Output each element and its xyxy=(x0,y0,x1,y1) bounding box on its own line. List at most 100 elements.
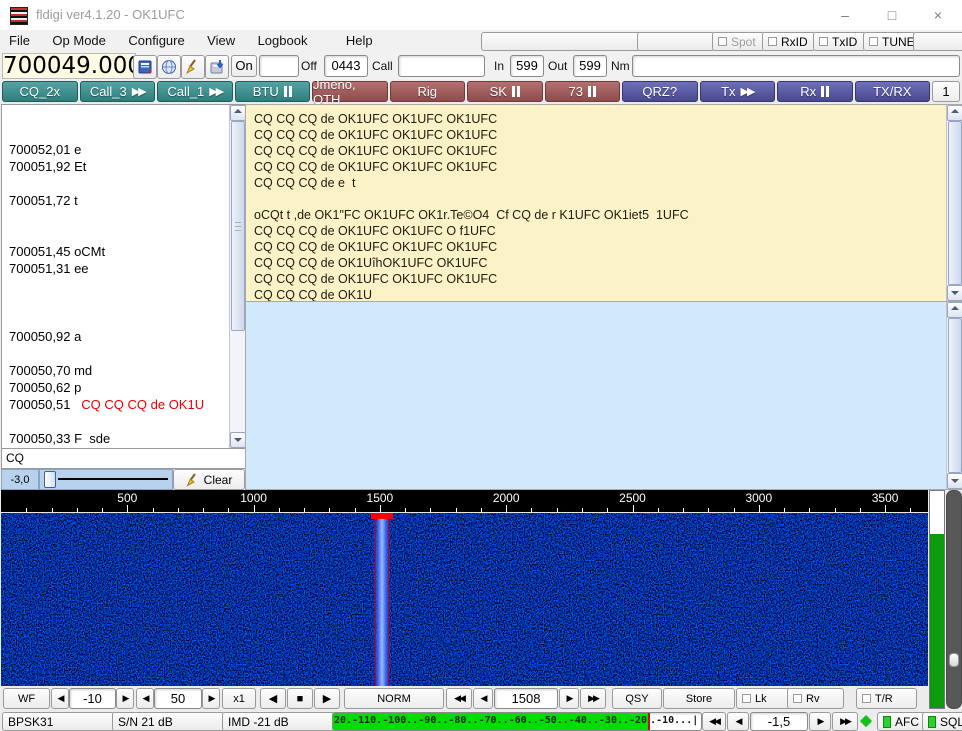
save-qso-button[interactable] xyxy=(205,55,229,79)
freq-down-button[interactable]: ◀ xyxy=(473,688,493,709)
macro-set-button[interactable]: 1 xyxy=(932,81,960,102)
macro-button-btu[interactable]: BTU xyxy=(235,81,311,102)
store-button[interactable]: Store xyxy=(663,688,735,709)
tx-scrollbar[interactable] xyxy=(946,302,962,489)
audio-freq-value[interactable]: 1508 xyxy=(494,688,558,709)
waterfall-cursor[interactable] xyxy=(371,513,393,519)
scroll-up-icon[interactable] xyxy=(947,105,962,121)
center-stop-button[interactable]: ■ xyxy=(287,688,313,709)
shift-down-button[interactable]: ◀ xyxy=(727,712,749,731)
macro-button-cq-2x[interactable]: CQ_2x xyxy=(2,81,78,102)
scrollbar-thumb[interactable] xyxy=(948,318,962,473)
browser-scrollbar[interactable] xyxy=(229,105,245,448)
waterfall-scale[interactable]: 500100015002000250030003500 xyxy=(1,490,928,513)
wf-speed-button[interactable]: NORM xyxy=(344,688,444,709)
maximize-button[interactable]: □ xyxy=(877,4,907,26)
scroll-left-button[interactable]: ◀ xyxy=(260,688,286,709)
ampspan-value[interactable]: -10 xyxy=(69,688,116,709)
afc-toggle[interactable]: AFC xyxy=(877,712,926,731)
qso-end-time-input[interactable]: 0443 xyxy=(324,55,368,77)
signal-trace[interactable] xyxy=(371,513,393,686)
qso-start-time-input[interactable] xyxy=(259,55,299,77)
browser-line[interactable]: 700051,72 t xyxy=(2,192,229,209)
macro-button-call-3[interactable]: Call_3▶▶ xyxy=(80,81,156,102)
sql-toggle[interactable]: SQL xyxy=(922,712,962,731)
menu-configure[interactable]: Configure xyxy=(119,30,193,51)
browser-line[interactable]: 700050,92 a xyxy=(2,328,229,345)
browser-line[interactable] xyxy=(2,294,229,311)
lock-toggle[interactable]: Lk xyxy=(736,688,791,709)
browser-squelch-slider[interactable] xyxy=(39,469,173,490)
browser-line[interactable] xyxy=(2,311,229,328)
slider-thumb[interactable] xyxy=(949,653,959,667)
browser-line[interactable]: 700051,31 ee xyxy=(2,260,229,277)
tx-text-pane[interactable] xyxy=(245,301,962,490)
op-name-input[interactable] xyxy=(632,55,960,77)
shift-big-down-button[interactable]: ◀◀ xyxy=(702,712,726,731)
refsig-down-button[interactable]: ◀ xyxy=(136,688,154,709)
callsign-input[interactable] xyxy=(398,55,485,77)
freq-up-button[interactable]: ▶ xyxy=(559,688,579,709)
waterfall[interactable] xyxy=(1,513,928,686)
ampspan-down-button[interactable]: ◀ xyxy=(51,688,69,709)
browser-line[interactable]: 700050,70 md xyxy=(2,362,229,379)
macro-button-qrz-[interactable]: QRZ? xyxy=(622,81,698,102)
browser-line[interactable] xyxy=(2,413,229,430)
shift-big-up-button[interactable]: ▶▶ xyxy=(832,712,858,731)
wf-mode-button[interactable]: WF xyxy=(3,688,50,709)
macro-button-tx[interactable]: Tx▶▶ xyxy=(700,81,776,102)
menu-file[interactable]: File xyxy=(0,30,39,51)
browser-clear-button[interactable]: Clear xyxy=(173,469,245,490)
macro-button-rx[interactable]: Rx xyxy=(777,81,853,102)
scroll-down-icon[interactable] xyxy=(947,285,962,301)
macro-button-73[interactable]: 73 xyxy=(545,81,621,102)
minimize-button[interactable]: – xyxy=(830,4,860,26)
slider-thumb[interactable] xyxy=(44,471,56,488)
rx-text-pane[interactable]: CQ CQ CQ de OK1UFC OK1UFC OK1UFC CQ CQ C… xyxy=(245,104,962,302)
ampspan-up-button[interactable]: ▶ xyxy=(116,688,134,709)
menu-view[interactable]: View xyxy=(198,30,244,51)
qrz-lookup-button[interactable] xyxy=(157,55,181,79)
browser-line[interactable]: 700051,92 Et xyxy=(2,158,229,175)
rst-in-input[interactable]: 599 xyxy=(510,55,544,77)
qso-on-button[interactable]: On xyxy=(231,55,257,77)
macro-button-tx-rx[interactable]: TX/RX xyxy=(855,81,931,102)
tr-toggle[interactable]: T/R xyxy=(856,688,917,709)
right-slider[interactable] xyxy=(946,490,962,709)
browser-line[interactable] xyxy=(2,175,229,192)
scroll-up-icon[interactable] xyxy=(947,302,962,318)
browser-line[interactable] xyxy=(2,209,229,226)
scroll-down-icon[interactable] xyxy=(947,473,962,489)
tune-toggle[interactable]: TUNE xyxy=(863,32,916,51)
macro-button-jmeno-qth[interactable]: Jmeno, QTH xyxy=(312,81,388,102)
close-button[interactable]: × xyxy=(923,4,953,26)
scrollbar-thumb[interactable] xyxy=(948,121,962,285)
scroll-up-icon[interactable] xyxy=(230,105,246,121)
scroll-down-icon[interactable] xyxy=(230,432,246,448)
mode-status[interactable]: BPSK31 xyxy=(2,712,115,731)
freq-big-down-button[interactable]: ◀◀ xyxy=(446,688,472,709)
scroll-right-button[interactable]: ▶ xyxy=(314,688,340,709)
browser-line[interactable]: 700050,62 p xyxy=(2,379,229,396)
shift-value[interactable]: -1,5 xyxy=(750,712,808,731)
macro-button-call-1[interactable]: Call_1▶▶ xyxy=(157,81,233,102)
txid-toggle[interactable]: TxID xyxy=(813,32,866,51)
clear-fields-button[interactable] xyxy=(181,55,205,79)
rxid-toggle[interactable]: RxID xyxy=(762,32,816,51)
logbook-button[interactable] xyxy=(133,55,157,79)
browser-search-input[interactable]: CQ xyxy=(1,448,250,469)
signal-browser[interactable]: 700052,01 e700051,92 Et 700051,72 t 700051… xyxy=(1,104,246,449)
browser-line[interactable]: 700052,01 e xyxy=(2,141,229,158)
macro-button-rig[interactable]: Rig xyxy=(390,81,466,102)
menu-logbook[interactable]: Logbook xyxy=(249,30,317,51)
menu-help[interactable]: Help xyxy=(337,30,382,51)
browser-line[interactable]: 700050,51 CQ CQ CQ de OK1U xyxy=(2,396,229,413)
shift-up-button[interactable]: ▶ xyxy=(809,712,831,731)
browser-line[interactable] xyxy=(2,226,229,243)
zoom-button[interactable]: x1 xyxy=(222,688,256,709)
refsig-value[interactable]: 50 xyxy=(154,688,202,709)
rst-out-input[interactable]: 599 xyxy=(573,55,607,77)
frequency-display[interactable]: 700049.000 xyxy=(2,53,136,79)
browser-line[interactable]: 700051,45 oCMt xyxy=(2,243,229,260)
scrollbar-thumb[interactable] xyxy=(231,121,245,331)
